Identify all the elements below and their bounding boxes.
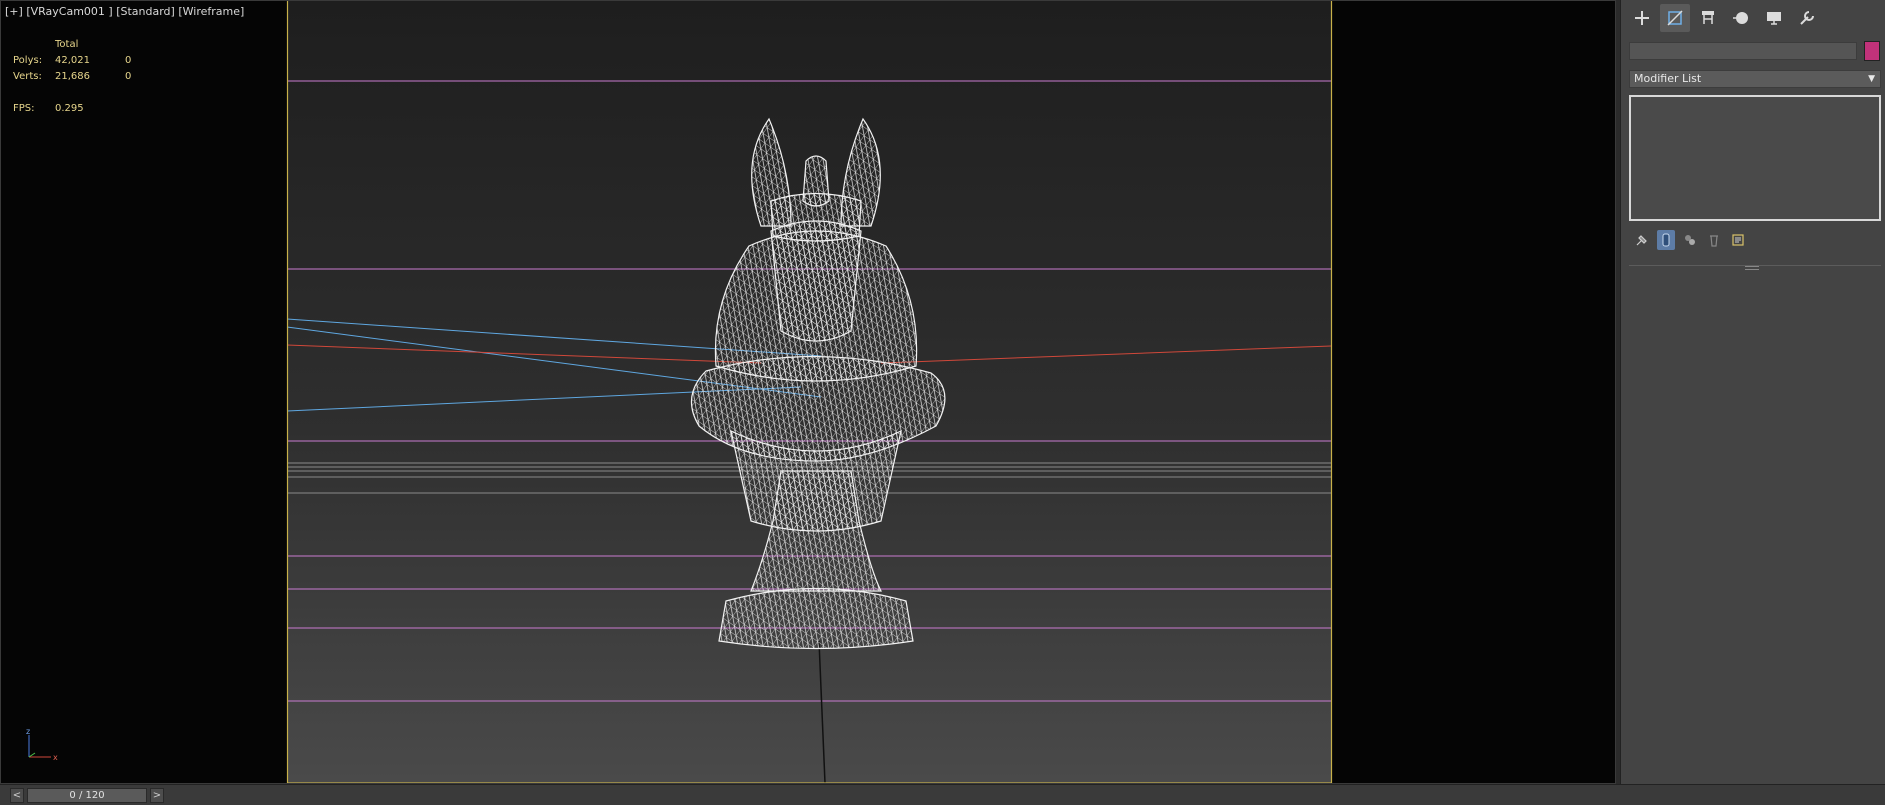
remove-modifier-button[interactable] — [1705, 230, 1723, 250]
verts-label: Verts: — [13, 71, 42, 82]
remove-modifier-icon — [1710, 235, 1718, 247]
3dsmax-app: [+] [VRayCam001 ] [Standard] [Wireframe]… — [0, 0, 1885, 805]
tab-utilities[interactable] — [1792, 4, 1822, 32]
wrench-icon — [1800, 11, 1814, 25]
viewport-statistics: Total Polys: 42,021 0 Verts: 21,686 0 FPS: 0.… — [13, 37, 145, 117]
polys-selected: 0 — [125, 55, 132, 66]
display-icon — [1767, 12, 1781, 25]
tab-create[interactable] — [1627, 4, 1657, 32]
time-next-button[interactable]: > — [150, 788, 164, 803]
fps-label: FPS: — [13, 103, 35, 114]
motion-icon — [1733, 12, 1748, 24]
time-slider[interactable]: 0 / 120 — [27, 788, 147, 803]
verts-total: 21,686 — [55, 71, 90, 82]
pin-stack-button[interactable] — [1633, 230, 1651, 250]
configure-modifier-sets-button[interactable] — [1729, 230, 1747, 250]
tab-motion[interactable] — [1726, 4, 1756, 32]
camera-viewport[interactable]: [+] [VRayCam001 ] [Standard] [Wireframe]… — [0, 0, 1616, 784]
chevron-down-icon: ▼ — [1868, 74, 1875, 84]
modifier-stack-toolbar — [1629, 229, 1881, 251]
verts-selected: 0 — [125, 71, 132, 82]
object-name-field[interactable] — [1629, 42, 1857, 60]
viewport-shading-label[interactable]: [Standard] — [116, 5, 175, 18]
viewport-menu-plus[interactable]: [+] — [5, 5, 23, 18]
viewport-mode-label[interactable]: [Wireframe] — [178, 5, 244, 18]
time-slider-bar: < 0 / 120 > — [0, 784, 1885, 805]
hierarchy-icon — [1702, 11, 1714, 24]
stats-header: Total — [55, 39, 79, 50]
plus-icon — [1635, 11, 1649, 25]
polys-label: Polys: — [13, 55, 43, 66]
configure-sets-icon — [1732, 234, 1744, 246]
rollout-resize-handle[interactable] — [1745, 266, 1759, 270]
command-panel: Modifier List ▼ — [1620, 0, 1885, 784]
modifier-stack-list[interactable] — [1629, 95, 1881, 221]
modifier-list-label: Modifier List — [1634, 72, 1702, 85]
viewport-label: [+] [VRayCam001 ] [Standard] [Wireframe] — [5, 5, 244, 18]
axis-z-label: z — [26, 727, 30, 736]
viewport-scene — [286, 1, 1333, 783]
viewport-camera-label[interactable]: [VRayCam001 ] — [26, 5, 112, 18]
axis-x-label: x — [53, 753, 58, 762]
show-end-result-button[interactable] — [1657, 230, 1675, 250]
tab-modify[interactable] — [1660, 4, 1690, 32]
make-unique-icon — [1685, 235, 1695, 245]
fps-value: 0.295 — [55, 103, 84, 114]
object-color-swatch[interactable] — [1864, 41, 1880, 61]
modify-icon — [1667, 10, 1683, 26]
tab-display[interactable] — [1759, 4, 1789, 32]
axis-tripod: z x — [26, 727, 58, 762]
make-unique-button[interactable] — [1681, 230, 1699, 250]
command-panel-tabs — [1621, 4, 1885, 34]
polys-total: 42,021 — [55, 55, 90, 66]
time-prev-button[interactable]: < — [10, 788, 24, 803]
tab-hierarchy[interactable] — [1693, 4, 1723, 32]
modifier-list-dropdown[interactable]: Modifier List ▼ — [1629, 70, 1881, 88]
show-end-result-icon — [1662, 233, 1670, 247]
pin-stack-icon — [1636, 235, 1647, 246]
